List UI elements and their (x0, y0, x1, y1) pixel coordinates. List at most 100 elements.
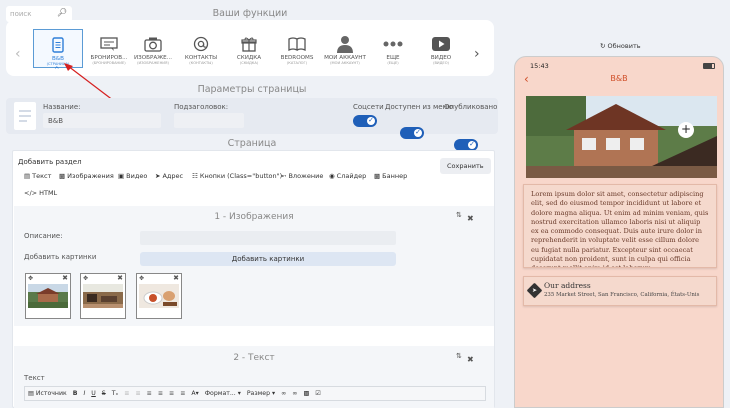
add-images-button[interactable]: Добавить картинки (140, 252, 396, 266)
delete-section-icon[interactable]: ✖ (467, 355, 474, 364)
size-select[interactable]: Размер ▾ (247, 390, 275, 397)
move-section-icon[interactable]: ⇅ (456, 211, 462, 219)
text-color-icon[interactable]: A▾ (191, 390, 198, 397)
size-label: Размер (246, 390, 271, 397)
name-field[interactable]: B&B (43, 113, 161, 128)
user-icon (337, 36, 353, 53)
justify-icon[interactable]: ≡ (180, 390, 185, 397)
italic-icon[interactable]: I (83, 390, 85, 397)
image-thumb-1[interactable]: ✥ ✖ (25, 273, 71, 319)
tool-label: HTML (39, 189, 58, 197)
add-icon[interactable]: + (678, 122, 694, 138)
strikethrough-icon[interactable]: S (102, 390, 106, 397)
functions-title: Ваши функции (212, 8, 288, 19)
function-item-account[interactable]: МОЙ АККАУНТ (МОЙ АККАУНТ) (320, 34, 370, 65)
function-sublabel: (КАТАЛОГ) (286, 61, 308, 65)
breakfast-photo (139, 284, 179, 308)
tool-buttons[interactable]: ☷ Кнопки (Class="button") (192, 172, 282, 180)
house-photo (28, 284, 68, 308)
refresh-button[interactable]: ↻ Обновить (600, 42, 641, 50)
align-center-icon[interactable]: ≡ (158, 390, 163, 397)
description-field[interactable] (140, 231, 396, 245)
booking-icon (100, 37, 118, 51)
check-icon: ✓ (368, 116, 374, 124)
image-insert-icon[interactable]: ▩ (303, 390, 309, 397)
move-icon[interactable]: ✥ (28, 275, 33, 282)
move-section-icon[interactable]: ⇅ (456, 352, 462, 360)
bold-icon[interactable]: B (73, 390, 78, 397)
image-thumb-2[interactable]: ✥ ✖ (80, 273, 126, 319)
params-title: Параметры страницы (197, 84, 307, 95)
close-icon[interactable]: ✖ (117, 274, 123, 282)
page-thumbnail[interactable] (14, 102, 36, 130)
preview-text-card: Lorem ipsum dolor sit amet, consectetur … (523, 184, 717, 268)
scroll-left-arrow[interactable]: ‹ (15, 46, 21, 62)
gift-icon (241, 37, 257, 52)
ordered-list-icon[interactable]: ≡ (124, 390, 129, 397)
more-icon (383, 41, 403, 47)
format-select[interactable]: Формат... ▾ (205, 390, 241, 397)
function-item-discount[interactable]: СКИДКА (СКИДКА) (224, 34, 274, 65)
buttons-icon: ☷ (192, 172, 198, 180)
source-button[interactable]: ▤ Источник (28, 390, 67, 397)
delete-section-icon[interactable]: ✖ (467, 214, 474, 223)
refresh-label: Обновить (607, 42, 641, 50)
paperclip-icon: ➵ (281, 172, 287, 180)
image-icon: ▩ (59, 172, 66, 180)
function-sublabel: (ЕЩЁ) (387, 61, 399, 65)
tool-text[interactable]: ▤ Текст (24, 172, 51, 180)
add-section-label: Добавить раздел (18, 158, 82, 166)
tool-html[interactable]: </> HTML (24, 189, 57, 197)
social-toggle[interactable]: ✓ (353, 115, 377, 127)
clear-format-icon[interactable]: Tₓ (112, 390, 119, 397)
scroll-right-arrow[interactable]: › (474, 46, 480, 62)
bullet-list-icon[interactable]: ≡ (135, 390, 140, 397)
refresh-icon: ↻ (600, 42, 606, 50)
close-icon[interactable]: ✖ (173, 274, 179, 282)
editor-toolbar: ▤ Источник B I U S Tₓ ≡ ≡ ≡ ≡ ≡ ≡ A▾ Фор… (24, 386, 486, 401)
checkbox-icon[interactable]: ☑ (315, 390, 321, 397)
function-sublabel: (МОЙ АККАУНТ) (330, 61, 360, 65)
function-sublabel: (СКИДКА) (239, 61, 259, 65)
directions-icon: ➤ (526, 282, 543, 299)
source-icon: ▤ (28, 390, 34, 397)
tool-slider[interactable]: ◉ Слайдер (329, 172, 366, 180)
align-left-icon[interactable]: ≡ (147, 390, 152, 397)
function-item-video[interactable]: ВИДЕО (ВИДЕО) (416, 34, 466, 65)
add-images-label: Добавить картинки (24, 253, 97, 261)
tool-label: Видео (126, 172, 148, 180)
text-label: Текст (24, 374, 45, 382)
address-title: Our address (544, 281, 591, 290)
banner-icon: ▩ (374, 172, 381, 180)
underline-icon[interactable]: U (91, 390, 96, 397)
function-item-contacts[interactable]: КОНТАКТЫ (КОНТАКТЫ) (176, 34, 226, 65)
save-button[interactable]: Сохранить (440, 158, 491, 174)
link-icon[interactable]: ∞ (281, 390, 286, 397)
page-title: Страница (227, 138, 277, 149)
document-icon (19, 110, 31, 122)
slider-icon: ◉ (329, 172, 335, 180)
move-icon[interactable]: ✥ (139, 275, 144, 282)
align-right-icon[interactable]: ≡ (169, 390, 174, 397)
function-item-more[interactable]: ЕЩЁ (ЕЩЁ) (368, 34, 418, 65)
tool-video[interactable]: ▣ Видео (118, 172, 147, 180)
function-item-bedrooms[interactable]: BEDROOMS (КАТАЛОГ) (272, 34, 322, 65)
video-icon (432, 37, 450, 51)
subtitle-label: Подзаголовок: (174, 103, 229, 111)
image-thumb-3[interactable]: ✥ ✖ (136, 273, 182, 319)
function-sublabel: (ВИДЕО) (433, 61, 449, 65)
tool-address[interactable]: ➤ Адрес (155, 172, 183, 180)
terrace-photo (83, 284, 123, 308)
check-icon: ✓ (469, 140, 475, 148)
subtitle-field[interactable] (174, 113, 244, 128)
close-icon[interactable]: ✖ (62, 274, 68, 282)
preview-address-card[interactable]: ➤ Our address 235 Market Street, San Fra… (523, 276, 717, 306)
tool-attachment[interactable]: ➵ Вложение (281, 172, 323, 180)
unlink-icon[interactable]: ∞ (292, 390, 297, 397)
function-item-images[interactable]: ИЗОБРАЖЕ... (ИЗОБРАЖЕНИЯ) (128, 34, 178, 65)
tool-banner[interactable]: ▩ Баннер (374, 172, 407, 180)
move-icon[interactable]: ✥ (83, 275, 88, 282)
tool-images[interactable]: ▩ Изображения (59, 172, 114, 180)
section-images-title: 1 - Изображения (214, 212, 294, 222)
tool-label: Вложение (288, 172, 324, 180)
